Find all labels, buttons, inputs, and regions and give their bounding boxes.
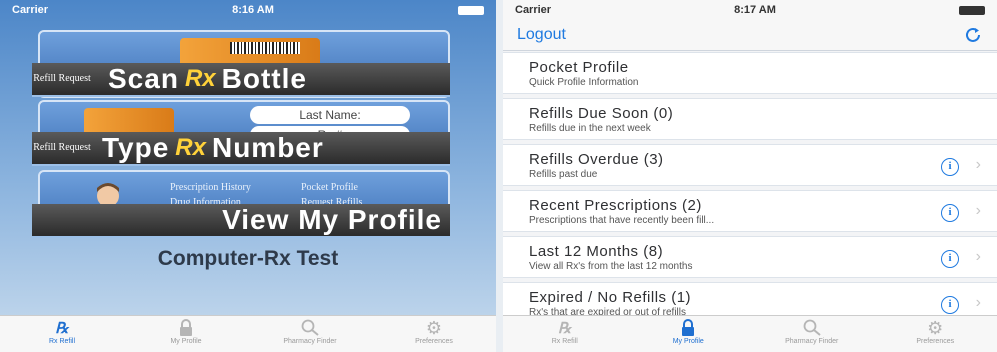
battery-icon — [457, 5, 484, 15]
row-title: Pocket Profile — [529, 59, 629, 76]
row-subtitle: View all Rx's from the last 12 months — [529, 261, 693, 272]
search-icon — [750, 318, 874, 338]
number-label: Number — [211, 132, 324, 163]
view-my-profile-label: View My Profile — [222, 204, 442, 235]
last-name-field: Last Name: — [250, 106, 410, 124]
logout-button[interactable]: Logout — [517, 26, 566, 44]
list-item[interactable]: Recent Prescriptions (2) Prescriptions t… — [503, 190, 997, 232]
row-title: Refills Due Soon (0) — [529, 105, 674, 122]
rx-logo: Rx — [175, 134, 206, 161]
row-title: Recent Prescriptions (2) — [529, 197, 702, 214]
info-icon[interactable]: i — [941, 204, 959, 222]
refresh-icon[interactable] — [963, 26, 983, 44]
tab-my-profile[interactable]: My Profile — [627, 316, 751, 352]
chevron-right-icon: › — [975, 202, 981, 219]
scan-bottle-banner: Refill Request Scan Rx Bottle — [32, 63, 450, 97]
pocket-profile-link: Pocket Profile — [301, 182, 358, 193]
time-label: 8:17 AM — [734, 4, 776, 16]
info-icon[interactable]: i — [941, 296, 959, 314]
rx-icon: ℞ — [558, 320, 572, 337]
type-label: Type — [102, 132, 170, 163]
nav-bar: Logout — [503, 20, 997, 51]
tab-my-profile[interactable]: My Profile — [124, 316, 248, 352]
tab-preferences[interactable]: ⚙ Preferences — [372, 316, 496, 352]
time-label: 8:16 AM — [232, 4, 274, 16]
tab-rx-refill[interactable]: ℞ Rx Refill — [0, 316, 124, 352]
list-item[interactable]: Last 12 Months (8) View all Rx's from th… — [503, 236, 997, 278]
tab-label: Preferences — [415, 338, 453, 345]
row-subtitle: Prescriptions that have recently been fi… — [529, 215, 715, 226]
rx-logo: Rx — [184, 65, 216, 92]
info-icon[interactable]: i — [941, 158, 959, 176]
tab-bar: ℞ Rx Refill My Profile Pharmacy Finder ⚙… — [503, 315, 997, 352]
refill-request-label: Refill Request — [33, 142, 91, 153]
tab-preferences[interactable]: ⚙ Preferences — [874, 316, 997, 352]
tab-label: Rx Refill — [551, 338, 578, 345]
rx-icon: ℞ — [55, 320, 69, 337]
row-subtitle: Quick Profile Information — [529, 77, 639, 88]
row-title: Last 12 Months (8) — [529, 243, 664, 260]
profile-banner: View My Profile — [32, 204, 450, 238]
gear-icon: ⚙ — [927, 317, 944, 338]
tab-rx-refill[interactable]: ℞ Rx Refill — [503, 316, 627, 352]
scan-label: Scan — [108, 63, 179, 94]
barcode-icon — [230, 42, 300, 54]
info-icon[interactable]: i — [941, 250, 959, 268]
battery-icon — [958, 5, 985, 15]
my-profile-screen: Carrier 8:17 AM Logout Pocket Profile Qu… — [503, 0, 997, 352]
prescription-history-link: Prescription History — [170, 182, 251, 193]
tab-bar: ℞ Rx Refill My Profile Pharmacy Finder ⚙… — [0, 315, 496, 352]
lock-icon — [124, 318, 248, 338]
status-bar: Carrier 8:17 AM — [503, 0, 997, 20]
tab-label: My Profile — [170, 338, 202, 345]
search-icon — [248, 318, 372, 338]
carrier-label: Carrier — [12, 4, 49, 16]
refill-request-label: Refill Request — [33, 73, 91, 84]
tab-label: Rx Refill — [48, 338, 76, 345]
tab-pharmacy-finder[interactable]: Pharmacy Finder — [750, 316, 874, 352]
chevron-right-icon: › — [975, 156, 981, 173]
chevron-right-icon: › — [975, 248, 981, 265]
carrier-label: Carrier — [515, 4, 552, 16]
row-title: Expired / No Refills (1) — [529, 289, 692, 306]
list-item[interactable]: Refills Due Soon (0) Refills due in the … — [503, 98, 997, 140]
tab-label: Pharmacy Finder — [785, 338, 839, 345]
lock-icon — [627, 318, 751, 338]
row-title: Refills Overdue (3) — [529, 151, 664, 168]
row-subtitle: Refills past due — [529, 169, 598, 180]
row-subtitle: Refills due in the next week — [529, 123, 651, 134]
gear-icon: ⚙ — [425, 317, 443, 338]
tab-label: Preferences — [916, 338, 955, 345]
status-bar: Carrier 8:16 AM — [0, 0, 496, 20]
tab-label: My Profile — [672, 338, 704, 345]
profile-menu-list: Pocket Profile Quick Profile Information… — [503, 52, 997, 328]
tab-label: Pharmacy Finder — [283, 338, 337, 345]
chevron-right-icon: › — [975, 294, 981, 311]
list-item[interactable]: Pocket Profile Quick Profile Information — [503, 52, 997, 94]
list-item[interactable]: Refills Overdue (3) Refills past due i › — [503, 144, 997, 186]
bottle-label: Bottle — [221, 63, 307, 94]
tab-pharmacy-finder[interactable]: Pharmacy Finder — [248, 316, 372, 352]
app-title: Computer-Rx Test — [157, 247, 339, 270]
refill-home-screen: Carrier 8:16 AM Refill Request Scan Rx B… — [0, 0, 496, 352]
type-number-banner: Refill Request Type Rx Number — [32, 132, 450, 166]
